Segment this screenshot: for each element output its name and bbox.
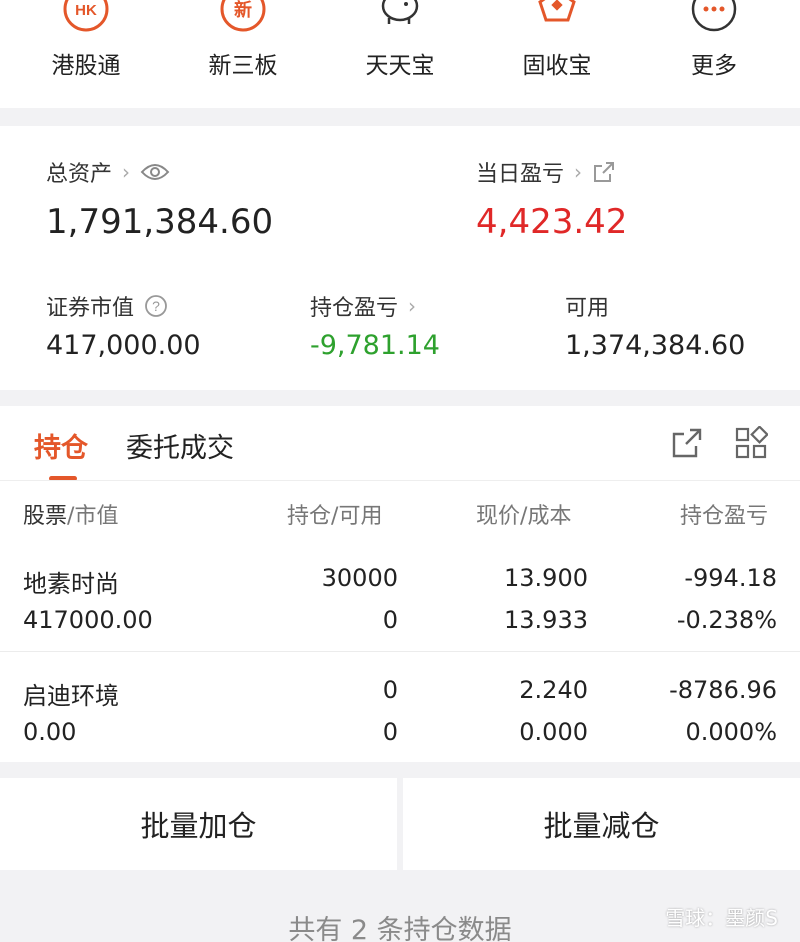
position-qty: 0 [382, 676, 398, 704]
help-icon[interactable]: ? [144, 294, 168, 318]
asset-summary-card: 总资产 › 1,791,384.60 当日盈亏 › 4,423.42 证券市值 … [0, 126, 800, 390]
piggy-bank-icon [381, 0, 419, 24]
position-pnl: -994.18 [684, 564, 777, 592]
header-position-label: 持仓 [287, 504, 332, 529]
quick-nav-label: 固收宝 [522, 53, 592, 79]
holdings-panel: 持仓 委托成交 股票/市值 持仓/可用 现价/成本 持仓盈亏 地素时尚 4170… [0, 406, 800, 762]
current-price: 13.900 [504, 564, 588, 592]
available-qty: 0 [382, 718, 398, 746]
stock-name: 启迪环境 [23, 682, 119, 710]
position-qty: 30000 [321, 564, 398, 592]
position-pnl-pct: 0.000% [685, 718, 777, 746]
cost-price: 0.000 [519, 718, 588, 746]
header-stock-sub: 市值 [74, 504, 119, 529]
quick-nav-label: 更多 [691, 53, 737, 79]
current-price: 2.240 [519, 676, 588, 704]
fixed-income-icon [538, 0, 576, 22]
available-label: 可用 [565, 296, 610, 321]
quick-nav: HK 港股通 新 新三板 天天宝 固收宝 更多 [0, 0, 800, 108]
quick-nav-more[interactable]: 更多 [644, 0, 784, 108]
daily-pnl-label: 当日盈亏 [476, 162, 565, 187]
share-external-icon[interactable] [670, 426, 704, 460]
header-pnl[interactable]: 持仓盈亏 [680, 498, 800, 530]
position-pnl: -8786.96 [669, 676, 777, 704]
more-icon [691, 0, 737, 32]
eye-icon[interactable] [140, 162, 170, 182]
market-value-label-row: 证券市值 ? [46, 290, 168, 322]
cost-price: 13.933 [504, 606, 588, 634]
tab-divider [0, 480, 800, 481]
header-position[interactable]: 持仓/可用 [287, 498, 382, 530]
watermark-text: 雪球：墨颜S [665, 906, 778, 930]
available-value: 1,374,384.60 [565, 330, 746, 361]
batch-actions: 批量加仓 批量减仓 [0, 778, 800, 870]
quick-nav-gsb[interactable]: 固收宝 [487, 0, 627, 108]
header-stock-label: 股票 [23, 504, 68, 529]
total-assets-label: 总资产 [46, 162, 113, 187]
new-icon: 新 [220, 0, 266, 32]
hk-icon: HK [63, 0, 109, 32]
daily-pnl-value: 4,423.42 [476, 202, 628, 242]
chevron-right-icon: › [408, 294, 417, 318]
header-price-label: 现价 [476, 504, 521, 529]
quick-nav-label: 新三板 [208, 53, 278, 79]
position-pnl-value: -9,781.14 [310, 330, 440, 361]
quick-nav-label: 天天宝 [365, 53, 435, 79]
batch-add-button[interactable]: 批量加仓 [0, 778, 397, 870]
chevron-right-icon: › [122, 160, 131, 184]
tab-orders[interactable]: 委托成交 [126, 426, 234, 465]
position-pnl-label-row[interactable]: 持仓盈亏 › [310, 290, 416, 322]
header-price[interactable]: 现价/成本 [476, 498, 571, 530]
stock-market-value: 0.00 [23, 718, 77, 746]
total-assets-value: 1,791,384.60 [46, 202, 274, 242]
grid-view-icon[interactable] [734, 426, 768, 460]
position-pnl-pct: -0.238% [676, 606, 777, 634]
header-stock[interactable]: 股票/市值 [23, 498, 118, 530]
new-icon-text: 新 [234, 0, 252, 21]
total-assets-label-row[interactable]: 总资产 › [46, 156, 170, 188]
header-price-sub: 成本 [527, 504, 572, 529]
hk-icon-text: HK [75, 2, 97, 19]
market-value-label: 证券市值 [46, 296, 135, 321]
market-value: 417,000.00 [46, 330, 201, 361]
available-qty: 0 [382, 606, 398, 634]
batch-reduce-button[interactable]: 批量减仓 [403, 778, 800, 870]
row-divider [0, 651, 800, 652]
svg-text:?: ? [152, 298, 160, 314]
header-position-sub: 可用 [338, 504, 383, 529]
quick-nav-hk[interactable]: HK 港股通 [16, 0, 156, 108]
chevron-right-icon: › [574, 160, 583, 184]
tab-holdings[interactable]: 持仓 [34, 426, 88, 465]
available-label-row: 可用 [565, 290, 609, 322]
watermark: 雪球：墨颜S [665, 902, 778, 931]
daily-pnl-label-row[interactable]: 当日盈亏 › [476, 156, 616, 188]
quick-nav-ttb[interactable]: 天天宝 [330, 0, 470, 108]
share-external-icon[interactable] [592, 160, 616, 184]
stock-name: 地素时尚 [23, 570, 119, 598]
stock-market-value: 417000.00 [23, 606, 153, 634]
quick-nav-neeq[interactable]: 新 新三板 [173, 0, 313, 108]
quick-nav-label: 港股通 [51, 53, 121, 79]
position-pnl-label: 持仓盈亏 [310, 296, 399, 321]
